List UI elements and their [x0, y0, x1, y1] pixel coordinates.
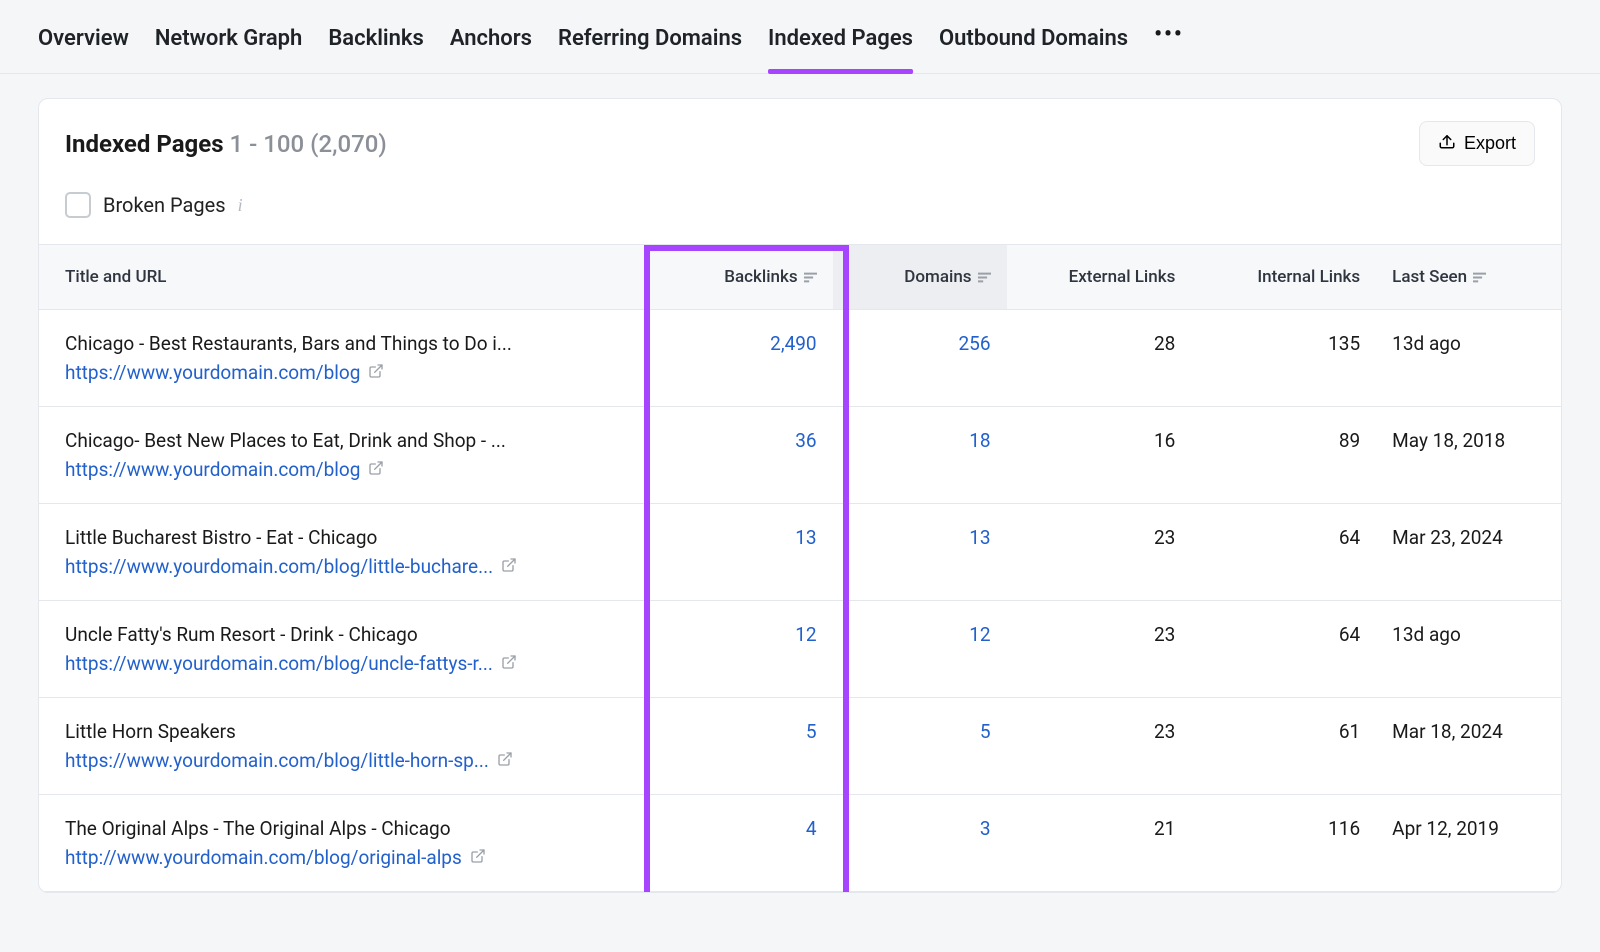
indexed-pages-table: Title and URL Backlinks Domains External… — [39, 245, 1561, 892]
cell-domains[interactable]: 13 — [833, 504, 1007, 601]
cell-domains[interactable]: 5 — [833, 698, 1007, 795]
row-url[interactable]: https://www.yourdomain.com/blog — [65, 361, 565, 384]
cell-external: 23 — [1007, 698, 1192, 795]
tab-more[interactable]: ••• — [1154, 22, 1184, 69]
tab-anchors[interactable]: Anchors — [450, 18, 532, 73]
row-title: Uncle Fatty's Rum Resort - Drink - Chica… — [65, 623, 565, 646]
export-icon — [1438, 132, 1456, 155]
external-link-icon — [368, 458, 384, 481]
table-row: Chicago - Best Restaurants, Bars and Thi… — [39, 310, 1561, 407]
external-link-icon — [497, 749, 513, 772]
col-title[interactable]: Title and URL — [39, 245, 648, 310]
tab-backlinks[interactable]: Backlinks — [328, 18, 424, 73]
cell-lastseen: Mar 18, 2024 — [1376, 698, 1561, 795]
row-url[interactable]: https://www.yourdomain.com/blog — [65, 458, 565, 481]
cell-domains[interactable]: 256 — [833, 310, 1007, 407]
table-row: Little Bucharest Bistro - Eat - Chicago … — [39, 504, 1561, 601]
table-row: Uncle Fatty's Rum Resort - Drink - Chica… — [39, 601, 1561, 698]
cell-backlinks[interactable]: 4 — [648, 795, 833, 892]
broken-pages-label: Broken Pages — [103, 193, 226, 217]
cell-lastseen: Mar 23, 2024 — [1376, 504, 1561, 601]
sort-icon — [978, 267, 991, 287]
table-row: The Original Alps - The Original Alps - … — [39, 795, 1561, 892]
external-link-icon — [470, 846, 486, 869]
row-title: Little Bucharest Bistro - Eat - Chicago — [65, 526, 565, 549]
info-icon[interactable]: i — [238, 195, 243, 216]
tab-bar: Overview Network Graph Backlinks Anchors… — [0, 0, 1600, 74]
tab-indexed-pages[interactable]: Indexed Pages — [768, 18, 913, 73]
cell-backlinks[interactable]: 13 — [648, 504, 833, 601]
tab-network-graph[interactable]: Network Graph — [155, 18, 303, 73]
col-internal[interactable]: Internal Links — [1191, 245, 1376, 310]
cell-lastseen: 13d ago — [1376, 601, 1561, 698]
cell-external: 21 — [1007, 795, 1192, 892]
cell-lastseen: May 18, 2018 — [1376, 407, 1561, 504]
cell-backlinks[interactable]: 12 — [648, 601, 833, 698]
tab-outbound-domains[interactable]: Outbound Domains — [939, 18, 1128, 73]
cell-backlinks[interactable]: 5 — [648, 698, 833, 795]
external-link-icon — [501, 652, 517, 675]
col-backlinks[interactable]: Backlinks — [648, 245, 833, 310]
tab-referring-domains[interactable]: Referring Domains — [558, 18, 742, 73]
cell-lastseen: Apr 12, 2019 — [1376, 795, 1561, 892]
table-row: Chicago- Best New Places to Eat, Drink a… — [39, 407, 1561, 504]
cell-external: 16 — [1007, 407, 1192, 504]
row-title: The Original Alps - The Original Alps - … — [65, 817, 565, 840]
row-url[interactable]: https://www.yourdomain.com/blog/little-h… — [65, 749, 565, 772]
cell-internal: 64 — [1191, 601, 1376, 698]
col-domains[interactable]: Domains — [833, 245, 1007, 310]
cell-domains[interactable]: 3 — [833, 795, 1007, 892]
row-title: Chicago- Best New Places to Eat, Drink a… — [65, 429, 565, 452]
page-title-text: Indexed Pages — [65, 130, 224, 158]
cell-domains[interactable]: 12 — [833, 601, 1007, 698]
table-row: Little Horn Speakers https://www.yourdom… — [39, 698, 1561, 795]
table-wrap: Title and URL Backlinks Domains External… — [39, 245, 1561, 892]
col-external[interactable]: External Links — [1007, 245, 1192, 310]
cell-internal: 135 — [1191, 310, 1376, 407]
col-lastseen[interactable]: Last Seen — [1376, 245, 1561, 310]
cell-internal: 116 — [1191, 795, 1376, 892]
page-range: 1 - 100 (2,070) — [230, 130, 387, 158]
page-title: Indexed Pages 1 - 100 (2,070) — [65, 130, 387, 158]
cell-lastseen: 13d ago — [1376, 310, 1561, 407]
tab-overview[interactable]: Overview — [38, 18, 129, 73]
row-url[interactable]: http://www.yourdomain.com/blog/original-… — [65, 846, 565, 869]
cell-internal: 64 — [1191, 504, 1376, 601]
row-title: Little Horn Speakers — [65, 720, 565, 743]
cell-internal: 61 — [1191, 698, 1376, 795]
sort-icon — [1473, 267, 1486, 287]
cell-external: 23 — [1007, 601, 1192, 698]
external-link-icon — [501, 555, 517, 578]
sort-icon — [804, 267, 817, 287]
cell-domains[interactable]: 18 — [833, 407, 1007, 504]
cell-backlinks[interactable]: 36 — [648, 407, 833, 504]
broken-pages-checkbox[interactable] — [65, 192, 91, 218]
cell-internal: 89 — [1191, 407, 1376, 504]
row-title: Chicago - Best Restaurants, Bars and Thi… — [65, 332, 565, 355]
export-button[interactable]: Export — [1419, 121, 1535, 166]
cell-external: 23 — [1007, 504, 1192, 601]
cell-external: 28 — [1007, 310, 1192, 407]
row-url[interactable]: https://www.yourdomain.com/blog/uncle-fa… — [65, 652, 565, 675]
indexed-pages-panel: Indexed Pages 1 - 100 (2,070) Export Bro… — [38, 98, 1562, 893]
external-link-icon — [368, 361, 384, 384]
export-label: Export — [1464, 133, 1516, 154]
cell-backlinks[interactable]: 2,490 — [648, 310, 833, 407]
filter-row: Broken Pages i — [39, 176, 1561, 245]
row-url[interactable]: https://www.yourdomain.com/blog/little-b… — [65, 555, 565, 578]
